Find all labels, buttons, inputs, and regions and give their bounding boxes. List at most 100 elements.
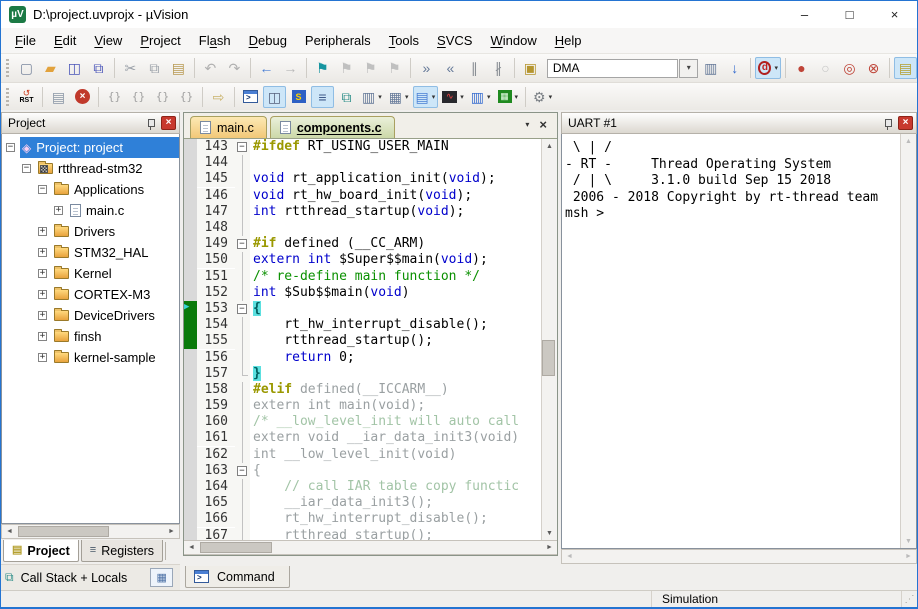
menu-svcs[interactable]: SVCS — [428, 29, 481, 52]
expand-icon[interactable]: + — [54, 206, 63, 215]
scroll-left-icon[interactable]: ◄ — [562, 550, 577, 564]
stop-debug-icon[interactable]: × — [71, 86, 94, 108]
system-viewer-icon[interactable]: ▥▾ — [468, 86, 494, 108]
memory-window-icon[interactable]: ▦▾ — [386, 86, 412, 108]
command-window-icon[interactable]: > — [239, 86, 262, 108]
serial-window-icon[interactable]: ▤▾ — [413, 86, 439, 108]
pin-icon[interactable] — [880, 116, 895, 130]
bookmark-next-icon[interactable]: ⚑ — [335, 57, 358, 79]
kill-all-breakpoints-icon[interactable]: ⊗ — [862, 57, 885, 79]
project-panel-close-icon[interactable]: × — [161, 116, 176, 130]
step-out-icon[interactable]: {} — [151, 86, 174, 108]
copy-icon[interactable]: ⧉ — [143, 57, 166, 79]
code-editor[interactable]: 143−#ifdef RT_USING_USER_MAIN144145void … — [184, 139, 541, 540]
show-next-statement-icon[interactable]: ▤ — [47, 86, 70, 108]
registers-window-icon[interactable]: ≡ — [311, 86, 334, 108]
fold-collapse-icon[interactable]: − — [237, 142, 247, 152]
editor-close-icon[interactable]: × — [539, 117, 547, 132]
disable-all-breakpoints-icon[interactable]: ◎ — [838, 57, 861, 79]
disassembly-window-icon[interactable]: ◫ — [263, 86, 286, 108]
indent-icon[interactable]: » — [415, 57, 438, 79]
step-into-icon[interactable]: {} — [103, 86, 126, 108]
tree-item-kernel[interactable]: +Kernel — [2, 263, 179, 284]
outdent-icon[interactable]: « — [439, 57, 462, 79]
comment-icon[interactable]: ∥ — [463, 57, 486, 79]
collapse-icon[interactable]: − — [22, 164, 31, 173]
tab-project[interactable]: ▤Project — [3, 540, 79, 562]
disable-breakpoint-icon[interactable]: ○ — [814, 57, 837, 79]
tree-item-cortex-m3[interactable]: +CORTEX-M3 — [2, 284, 179, 305]
open-file-icon[interactable]: ▰ — [39, 57, 62, 79]
pin-icon[interactable] — [143, 116, 158, 130]
scroll-left-icon[interactable]: ◄ — [184, 541, 199, 555]
fold-collapse-icon[interactable]: − — [237, 239, 247, 249]
watch-window-icon[interactable]: ▥▾ — [359, 86, 385, 108]
save-icon[interactable]: ◫ — [63, 57, 86, 79]
uart-vscrollbar[interactable]: ▲ ▼ — [900, 134, 916, 548]
find-in-files-window-icon[interactable]: ▥ — [699, 57, 722, 79]
tree-item-finsh[interactable]: +finsh — [2, 326, 179, 347]
paste-icon[interactable]: ▤ — [167, 57, 190, 79]
menu-debug[interactable]: Debug — [240, 29, 296, 52]
menu-flash[interactable]: Flash — [190, 29, 240, 52]
call-stack-window-icon[interactable]: ⧉ — [335, 86, 358, 108]
fold-collapse-icon[interactable]: − — [237, 466, 247, 476]
tab-registers[interactable]: ≡Registers — [81, 540, 163, 562]
menu-file[interactable]: File — [6, 29, 45, 52]
collapse-icon[interactable]: − — [38, 185, 47, 194]
bookmark-clear-icon[interactable]: ⚑ — [383, 57, 406, 79]
scroll-down-icon[interactable]: ▼ — [901, 534, 916, 548]
cut-icon[interactable]: ✂ — [119, 57, 142, 79]
logic-analyzer-icon[interactable]: ∿▾ — [439, 86, 467, 108]
scroll-left-icon[interactable]: ◄ — [2, 525, 17, 539]
scroll-right-icon[interactable]: ► — [901, 550, 916, 564]
expand-icon[interactable]: + — [38, 353, 47, 362]
menu-window[interactable]: Window — [481, 29, 545, 52]
expand-icon[interactable]: + — [38, 290, 47, 299]
command-tab[interactable]: > Command — [185, 566, 290, 588]
tree-item-drivers[interactable]: +Drivers — [2, 221, 179, 242]
resize-grip[interactable]: ⋰ — [902, 594, 917, 605]
editor-tab-main-c[interactable]: main.c — [190, 116, 267, 138]
project-tree[interactable]: −◈Project: project−rtthread-stm32−Applic… — [1, 134, 180, 524]
close-button[interactable]: × — [872, 1, 917, 28]
menu-help[interactable]: Help — [546, 29, 591, 52]
scroll-up-icon[interactable]: ▲ — [901, 134, 916, 148]
tree-item-stm32-hal[interactable]: +STM32_HAL — [2, 242, 179, 263]
collapse-icon[interactable]: − — [6, 143, 15, 152]
run-to-cursor-icon[interactable]: {} — [175, 86, 198, 108]
memory-window-button[interactable]: ▦ — [150, 568, 173, 587]
incremental-find-icon[interactable]: ↓ — [723, 57, 746, 79]
bookmark-prev-icon[interactable]: ⚑ — [359, 57, 382, 79]
uart-panel-close-icon[interactable]: × — [898, 116, 913, 130]
navigate-forward-icon[interactable]: → — [279, 57, 302, 79]
redo-icon[interactable]: ↷ — [223, 57, 246, 79]
callstack-tab[interactable]: ⧉ Call Stack + Locals ▦ — [1, 564, 180, 590]
expand-icon[interactable]: + — [38, 332, 47, 341]
minimize-button[interactable]: – — [782, 1, 827, 28]
expand-icon[interactable]: + — [38, 227, 47, 236]
tree-item-project-project[interactable]: −◈Project: project — [2, 137, 179, 158]
tab-list-icon[interactable]: ▾ — [525, 120, 529, 129]
menu-project[interactable]: Project — [131, 29, 189, 52]
toolbox-icon[interactable]: ▦▾ — [495, 86, 522, 108]
editor-vscrollbar[interactable]: ▲ ▼ — [541, 139, 557, 540]
editor-hscrollbar[interactable]: ◄ ► — [184, 540, 557, 555]
tree-item-main-c[interactable]: +main.c — [2, 200, 179, 221]
expand-icon[interactable]: + — [38, 311, 47, 320]
scroll-right-icon[interactable]: ► — [542, 541, 557, 555]
configure-windows-icon[interactable]: ▤ — [894, 57, 917, 79]
save-all-icon[interactable]: ⧉ — [87, 57, 110, 79]
uncomment-icon[interactable]: ∦ — [487, 57, 510, 79]
scroll-right-icon[interactable]: ► — [164, 525, 179, 539]
go-icon[interactable]: ⇨ — [207, 86, 230, 108]
scroll-up-icon[interactable]: ▲ — [542, 139, 557, 153]
navigate-back-icon[interactable]: ← — [255, 57, 278, 79]
tree-item-devicedrivers[interactable]: +DeviceDrivers — [2, 305, 179, 326]
expand-icon[interactable]: + — [38, 269, 47, 278]
reset-icon[interactable]: ↺RST — [15, 86, 38, 108]
fold-collapse-icon[interactable]: − — [237, 304, 247, 314]
undo-icon[interactable]: ↶ — [199, 57, 222, 79]
menu-tools[interactable]: Tools — [380, 29, 428, 52]
scroll-down-icon[interactable]: ▼ — [542, 526, 557, 540]
